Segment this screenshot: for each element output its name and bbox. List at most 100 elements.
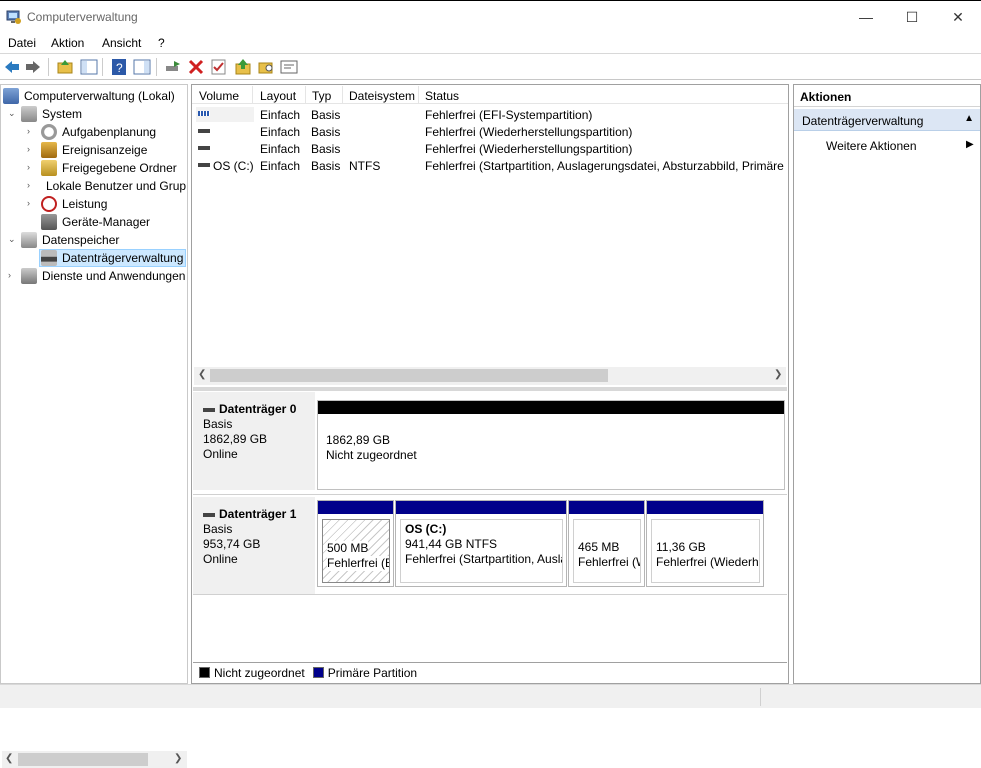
connect-icon[interactable] — [164, 58, 182, 76]
volume-row[interactable]: OS (C:) Einfach Basis NTFS Fehlerfrei (S… — [192, 157, 788, 174]
forward-arrow-icon[interactable] — [24, 58, 42, 76]
partition-efi[interactable]: 500 MB Fehlerfrei (EFI-Systempartition) — [317, 500, 394, 587]
actions-section-header[interactable]: Datenträgerverwaltung ▲ — [794, 109, 980, 131]
disk-state: Online — [203, 552, 238, 566]
tree-item-datenspeicher[interactable]: Datenspeicher — [21, 231, 119, 249]
tree-item-freigegebene-ordner[interactable]: Freigegebene Ordner — [41, 159, 177, 177]
status-divider — [760, 688, 761, 706]
partition-recovery-1[interactable]: 465 MB Fehlerfrei (Wiederherstellungspar… — [568, 500, 645, 587]
volume-list-header: Volume Layout Typ Dateisystem Status — [192, 86, 788, 104]
tree-item-leistung[interactable]: Leistung — [41, 195, 107, 213]
more-actions-label: Weitere Aktionen — [826, 139, 917, 153]
partition-line2: Fehlerfrei (EFI-Systempartition) — [327, 556, 389, 571]
tree-item-label: Computerverwaltung (Lokal) — [24, 89, 175, 103]
layout-cell: Einfach — [260, 125, 301, 139]
partition-header-unallocated — [318, 401, 784, 414]
delete-icon[interactable] — [187, 58, 205, 76]
collapse-arrow-icon[interactable]: ▲ — [964, 113, 974, 124]
menu-help[interactable]: ? — [158, 36, 165, 50]
show-action-pane-icon[interactable] — [133, 58, 151, 76]
menu-aktion[interactable]: Aktion — [51, 36, 84, 50]
column-typ[interactable]: Typ — [312, 89, 331, 103]
tree-item-root[interactable]: Computerverwaltung (Lokal) — [3, 87, 175, 105]
disk-name: Datenträger 0 — [219, 402, 297, 416]
partition-os[interactable]: OS (C:) 941,44 GB NTFS Fehlerfrei (Start… — [395, 500, 567, 587]
tree-item-label: Datenträgerverwaltung — [62, 251, 184, 265]
scroll-thumb[interactable] — [18, 753, 148, 766]
chevron-right-icon[interactable]: › — [27, 144, 30, 154]
close-button[interactable]: ✕ — [935, 1, 981, 33]
scroll-thumb[interactable] — [210, 369, 608, 382]
submenu-arrow-icon[interactable]: ▶ — [966, 139, 974, 150]
more-actions-item[interactable]: Weitere Aktionen — [826, 139, 917, 153]
check-icon[interactable] — [210, 58, 228, 76]
partition-body: 465 MB Fehlerfrei (Wiederherstellungspar… — [573, 519, 641, 583]
menu-ansicht[interactable]: Ansicht — [102, 36, 141, 50]
chevron-right-icon[interactable]: › — [8, 270, 11, 280]
upload-folder-icon[interactable] — [234, 58, 252, 76]
chevron-right-icon[interactable]: › — [27, 162, 30, 172]
status-cell: Fehlerfrei (Startpartition, Auslagerungs… — [425, 159, 787, 173]
up-folder-icon[interactable] — [56, 58, 74, 76]
partition-body: 11,36 GB Fehlerfrei (Wiederherstellungsp… — [651, 519, 760, 583]
partition-line1: 500 MB — [327, 541, 369, 556]
partition-unallocated[interactable]: 1862,89 GB Nicht zugeordnet — [317, 400, 785, 490]
disk-icon — [203, 407, 215, 412]
list-horizontal-scrollbar[interactable]: ❮ ❯ — [194, 367, 786, 385]
volume-row[interactable]: Einfach Basis Fehlerfrei (Wiederherstell… — [192, 140, 788, 157]
partition-body: 1862,89 GB Nicht zugeordnet — [322, 419, 781, 486]
maximize-button[interactable]: ☐ — [889, 1, 935, 33]
volume-icon — [198, 163, 210, 167]
shared-folder-icon — [41, 160, 57, 176]
column-volume[interactable]: Volume — [199, 89, 239, 103]
disk-separator — [193, 494, 787, 495]
column-dateisystem[interactable]: Dateisystem — [349, 89, 415, 103]
partition-header-primary — [318, 501, 393, 514]
tree-item-ereignisanzeige[interactable]: Ereignisanzeige — [41, 141, 147, 159]
legend-label: Nicht zugeordnet — [214, 665, 305, 680]
chevron-right-icon[interactable]: › — [27, 180, 30, 190]
volume-row[interactable]: Einfach Basis Fehlerfrei (EFI-Systempart… — [192, 106, 788, 123]
minimize-button[interactable]: — — [843, 1, 889, 33]
pane-splitter[interactable] — [193, 387, 787, 391]
properties-icon[interactable] — [280, 58, 298, 76]
scroll-left-icon[interactable]: ❮ — [198, 369, 206, 380]
tree-horizontal-scrollbar[interactable]: ❮ ❯ — [2, 751, 187, 768]
tree-item-dienste[interactable]: Dienste und Anwendungen — [21, 267, 186, 285]
partition-header-primary — [647, 501, 763, 514]
disk-0-label[interactable]: Datenträger 0 Basis 1862,89 GB Online — [193, 392, 316, 490]
scroll-left-icon[interactable]: ❮ — [5, 753, 13, 764]
chevron-down-icon[interactable]: ⌄ — [8, 108, 16, 119]
disk-type: Basis — [203, 522, 233, 536]
scroll-right-icon[interactable]: ❯ — [174, 753, 182, 764]
tree-item-datentraegerverwaltung[interactable]: Datenträgerverwaltung — [41, 249, 183, 267]
status-cell: Fehlerfrei (Wiederherstellungspartition) — [425, 125, 633, 139]
tree-item-geraete-manager[interactable]: Geräte-Manager — [41, 213, 150, 231]
help-icon[interactable]: ? — [110, 58, 128, 76]
menu-datei[interactable]: Datei — [8, 36, 36, 50]
tree-item-aufgabenplanung[interactable]: Aufgabenplanung — [41, 123, 156, 141]
column-layout[interactable]: Layout — [260, 89, 296, 103]
tree-item-label: Lokale Benutzer und Gruppen — [46, 179, 186, 193]
chevron-right-icon[interactable]: › — [27, 126, 30, 136]
partition-line1: 465 MB — [578, 540, 620, 554]
tree-item-lokale-benutzer[interactable]: Lokale Benutzer und Gruppen — [41, 177, 186, 195]
search-folder-icon[interactable] — [257, 58, 275, 76]
disk-1-label[interactable]: Datenträger 1 Basis 953,74 GB Online — [193, 497, 316, 595]
show-hide-tree-icon[interactable] — [80, 58, 98, 76]
partition-title: OS (C:) — [405, 522, 447, 536]
column-status[interactable]: Status — [425, 89, 459, 103]
chevron-down-icon[interactable]: ⌄ — [8, 234, 16, 245]
partition-line1: 11,36 GB — [656, 540, 706, 554]
menu-bar: Datei Aktion Ansicht ? — [0, 32, 981, 54]
window-title: Computerverwaltung — [27, 10, 138, 24]
partition-line1: 1862,89 GB — [326, 433, 391, 447]
status-cell: Fehlerfrei (EFI-Systempartition) — [425, 108, 593, 122]
scroll-right-icon[interactable]: ❯ — [774, 369, 782, 380]
back-arrow-icon[interactable] — [3, 58, 21, 76]
chevron-right-icon[interactable]: › — [27, 198, 30, 208]
tree-item-system[interactable]: System — [21, 105, 82, 123]
fs-cell: NTFS — [349, 159, 381, 173]
partition-recovery-2[interactable]: 11,36 GB Fehlerfrei (Wiederherstellungsp… — [646, 500, 764, 587]
volume-row[interactable]: Einfach Basis Fehlerfrei (Wiederherstell… — [192, 123, 788, 140]
